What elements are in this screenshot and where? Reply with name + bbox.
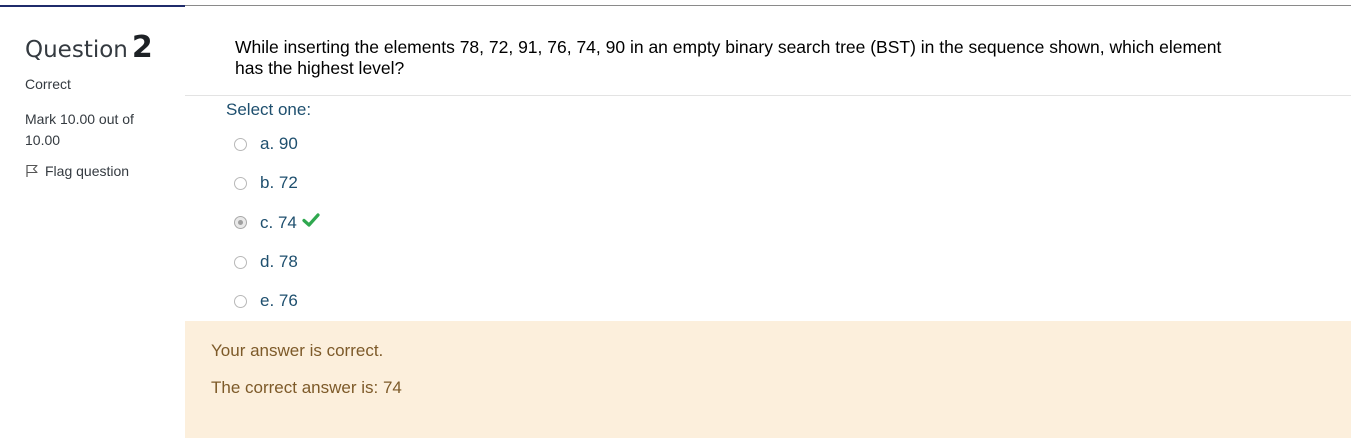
feedback-correct-answer: The correct answer is: 74	[211, 378, 402, 397]
question-info-panel: Question 2 Correct Mark 10.00 out of 10.0…	[0, 0, 185, 438]
answer-option-label: a. 90	[260, 134, 298, 153]
question-label: Question	[25, 37, 128, 63]
flag-question-label: Flag question	[45, 163, 130, 179]
answer-option-b[interactable]: b. 72	[234, 173, 298, 193]
answer-option-e[interactable]: e. 76	[234, 291, 298, 311]
question-state: Correct	[25, 76, 71, 92]
feedback-box: Your answer is correct. The correct answ…	[185, 321, 1351, 438]
radio-option-c[interactable]	[234, 216, 247, 229]
answer-option-label: e. 76	[260, 291, 298, 310]
question-text-divider	[185, 95, 1351, 96]
answer-option-label: c. 74	[260, 212, 297, 232]
answer-prompt: Select one:	[226, 100, 312, 119]
question-number-value: 2	[131, 30, 153, 65]
answer-option-c[interactable]: c. 74	[234, 212, 320, 233]
flag-question-link[interactable]: Flag question	[25, 163, 129, 179]
question-grade: Mark 10.00 out of 10.00	[25, 111, 134, 148]
flag-icon	[25, 164, 39, 178]
check-icon	[302, 212, 320, 233]
answer-option-label: d. 78	[260, 252, 298, 271]
content-top-border	[185, 5, 1351, 6]
question-number: Question 2	[25, 30, 153, 65]
answer-option-label: b. 72	[260, 173, 298, 192]
radio-option-a[interactable]	[234, 137, 247, 151]
radio-option-e[interactable]	[234, 294, 247, 308]
radio-option-d[interactable]	[234, 255, 247, 269]
info-top-border	[0, 5, 185, 7]
question-content: While inserting the elements 78, 72, 91,…	[185, 0, 1351, 438]
answer-option-a[interactable]: a. 90	[234, 134, 298, 154]
radio-option-b[interactable]	[234, 176, 247, 190]
answer-option-d[interactable]: d. 78	[234, 252, 298, 272]
feedback-result: Your answer is correct.	[211, 341, 384, 360]
question-text: While inserting the elements 78, 72, 91,…	[235, 37, 1222, 78]
